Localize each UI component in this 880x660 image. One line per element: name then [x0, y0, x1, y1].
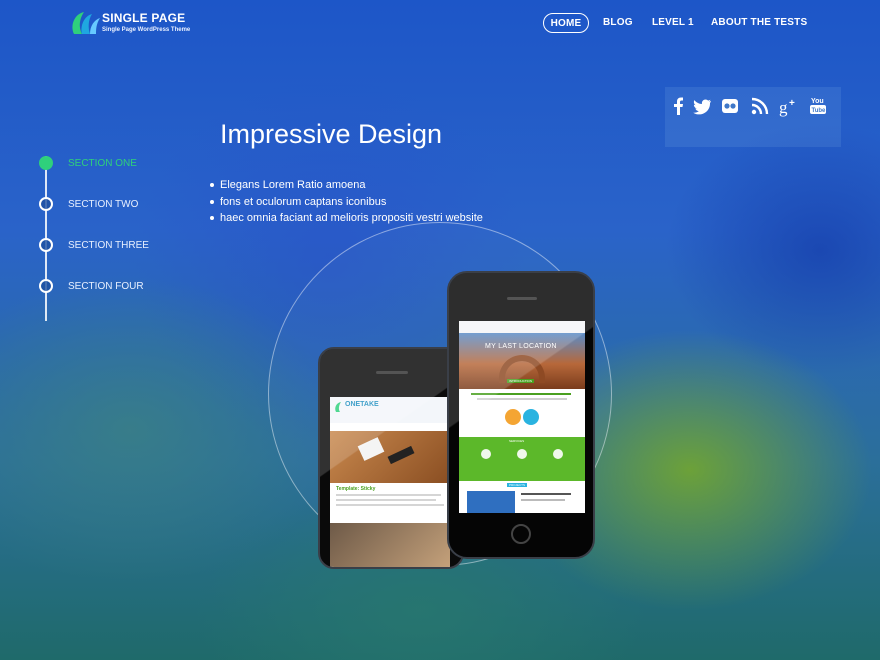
section-four-link[interactable]: SECTION FOUR	[68, 281, 144, 292]
phone-front-intro: INTRODUCTION	[507, 379, 534, 383]
svg-text:g: g	[779, 98, 788, 117]
phone-front-hero: MY LAST LOCATION	[485, 343, 557, 350]
section-two-dot[interactable]	[39, 197, 53, 211]
section-four-dot[interactable]	[39, 279, 53, 293]
section-heading: Impressive Design	[220, 119, 443, 149]
phone-home-button	[511, 524, 531, 544]
google-plus-icon[interactable]: g +	[778, 95, 800, 117]
phone-front-projects: PROJECTS	[507, 483, 528, 487]
nav-home[interactable]: HOME	[543, 13, 589, 33]
phone-back-brand: ONETAKE	[345, 401, 379, 408]
section-three-link[interactable]: SECTION THREE	[68, 240, 149, 251]
nav-level-1[interactable]: LEVEL 1	[652, 13, 694, 33]
phone-back-post-title: Template: Sticky	[336, 486, 376, 492]
section-one-dot[interactable]	[39, 156, 53, 170]
svg-text:You: You	[811, 98, 824, 105]
flickr-icon[interactable]	[720, 95, 742, 117]
feature-item: Elegans Lorem Ratio amoena	[210, 177, 483, 194]
facebook-icon[interactable]	[668, 95, 690, 117]
phone-front-mockup: MY LAST LOCATION INTRODUCTION SERVICES P…	[447, 271, 595, 559]
phone-speaker	[376, 371, 408, 374]
rss-icon[interactable]	[749, 95, 771, 117]
section-one-link[interactable]: SECTION ONE	[68, 158, 137, 169]
social-links: g + You Tube	[665, 87, 841, 147]
onetake-logo-icon	[335, 402, 341, 412]
nav-about-the-tests[interactable]: ABOUT THE TESTS	[711, 13, 807, 33]
section-two-link[interactable]: SECTION TWO	[68, 199, 138, 210]
youtube-icon[interactable]: You Tube	[808, 95, 830, 117]
main-nav: HOME BLOG LEVEL 1 ABOUT THE TESTS	[0, 13, 880, 35]
phone-back-mockup: ONETAKE Template: Sticky	[318, 347, 464, 569]
feature-item: fons et oculorum captans iconibus	[210, 194, 483, 211]
phone-front-screen: MY LAST LOCATION INTRODUCTION SERVICES P…	[459, 321, 585, 513]
phone-front-services: SERVICES	[509, 439, 525, 443]
phone-speaker	[507, 297, 537, 300]
phone-back-screen: ONETAKE Template: Sticky	[330, 397, 450, 567]
twitter-icon[interactable]	[691, 95, 713, 117]
svg-text:+: +	[789, 98, 795, 109]
section-three-dot[interactable]	[39, 238, 53, 252]
feature-list: Elegans Lorem Ratio amoena fons et oculo…	[210, 177, 483, 227]
nav-blog[interactable]: BLOG	[603, 13, 633, 33]
svg-text:Tube: Tube	[812, 108, 827, 114]
